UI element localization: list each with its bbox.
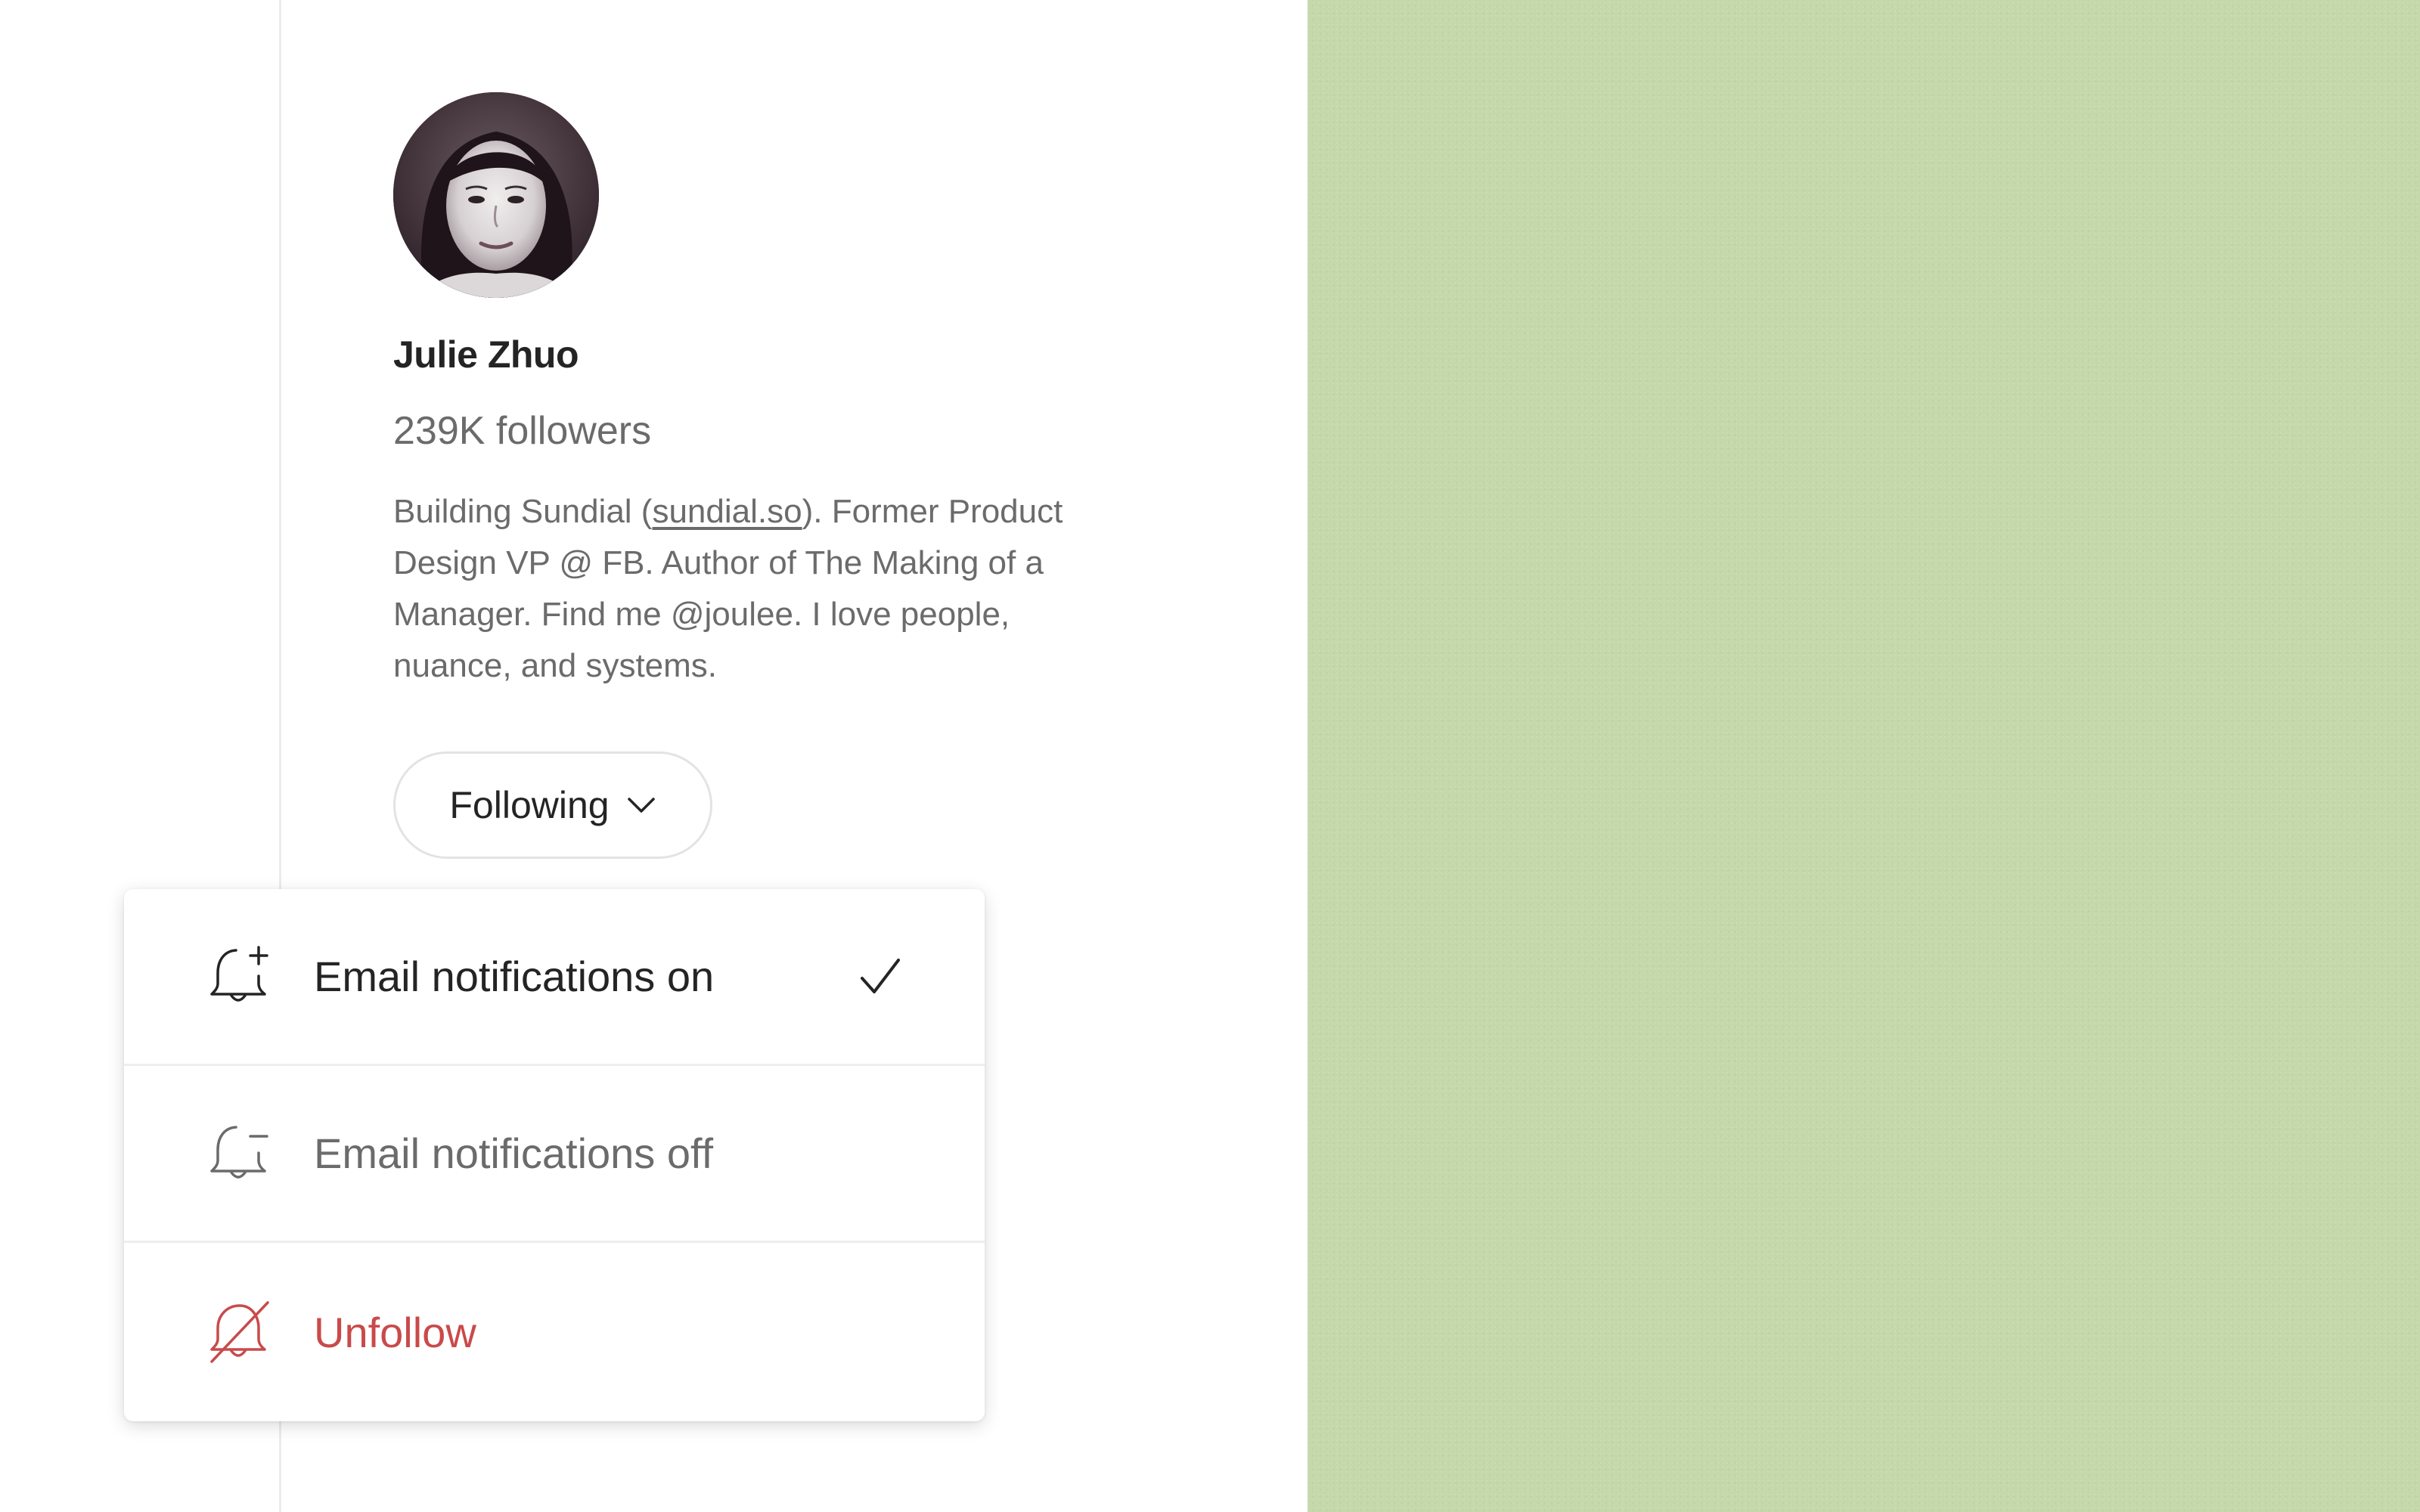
following-button-label: Following [449, 784, 610, 826]
menu-item-label: Email notifications on [314, 953, 715, 1000]
bio-text-start: Building Sundial ( [393, 493, 653, 530]
chevron-down-icon [627, 798, 655, 813]
menu-item-email-notifications-off[interactable]: Email notifications off [124, 1066, 985, 1243]
bell-minus-icon [210, 1125, 268, 1179]
profile-name[interactable]: Julie Zhuo [393, 333, 579, 376]
followers-count[interactable]: 239K followers [393, 408, 651, 454]
follow-options-menu: Email notifications on Email notificatio… [124, 889, 985, 1421]
checkmark-icon [861, 958, 900, 993]
bio-link[interactable]: sundial.so [652, 493, 802, 530]
avatar-portrait [393, 92, 599, 298]
bell-plus-icon [210, 945, 268, 1002]
menu-item-unfollow[interactable]: Unfollow [124, 1243, 985, 1421]
profile-bio: Building Sundial (sundial.so). Former Pr… [393, 486, 1134, 692]
menu-item-label: Unfollow [314, 1308, 476, 1356]
bell-off-icon [210, 1301, 269, 1363]
following-button[interactable]: Following [393, 751, 712, 859]
screen: Julie Zhuo 239K followers Building Sundi… [0, 0, 2420, 1512]
menu-item-email-notifications-on[interactable]: Email notifications on [124, 889, 985, 1066]
avatar[interactable] [393, 92, 599, 298]
decorative-green-background [1308, 0, 2420, 1512]
menu-item-label: Email notifications off [314, 1129, 714, 1177]
